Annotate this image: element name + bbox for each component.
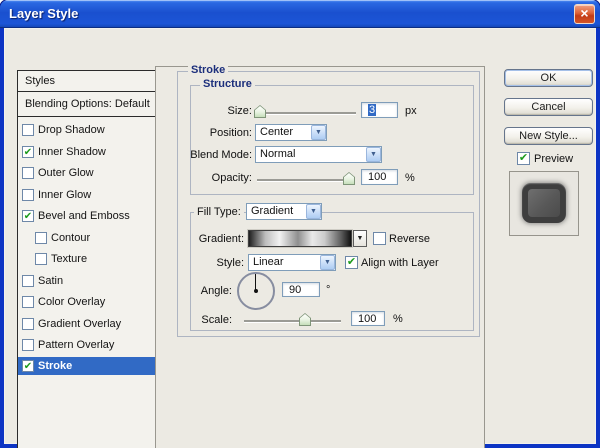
sidebar-item-inner-shadow[interactable]: ✔ Inner Shadow <box>18 142 155 161</box>
stroke-group-title: Stroke <box>188 64 229 76</box>
gradient-swatch[interactable] <box>248 230 352 247</box>
size-label: Size: <box>227 105 252 117</box>
title-bar[interactable]: Layer Style × <box>0 0 600 28</box>
chevron-down-icon: ▼ <box>311 125 326 140</box>
opacity-slider-track[interactable] <box>257 179 352 181</box>
structure-group-title: Structure <box>200 78 255 90</box>
close-icon: × <box>580 5 589 21</box>
style-label: Style: <box>216 257 244 269</box>
close-button[interactable]: × <box>574 4 595 24</box>
opacity-label: Opacity: <box>211 172 252 184</box>
sidebar-item-drop-shadow[interactable]: Drop Shadow <box>18 120 155 139</box>
sidebar-item-inner-glow[interactable]: Inner Glow <box>18 185 155 204</box>
checkbox-texture[interactable] <box>35 252 47 265</box>
angle-unit: ° <box>326 284 331 296</box>
gradient-label: Gradient: <box>198 233 244 245</box>
checkbox-contour[interactable] <box>35 231 47 244</box>
blend-mode-label: Blend Mode: <box>190 149 252 161</box>
checkbox-gradient-overlay[interactable] <box>22 317 34 330</box>
reverse-label: Reverse <box>389 233 430 245</box>
checkbox-satin[interactable] <box>22 274 34 287</box>
sidebar-item-satin[interactable]: Satin <box>18 271 155 290</box>
dialog-body: Styles Blending Options: Default Drop Sh… <box>4 28 596 448</box>
preview-checkbox[interactable]: ✔ <box>517 152 530 165</box>
chevron-down-icon: ▼ <box>306 204 321 219</box>
sidebar-item-stroke[interactable]: ✔ Stroke <box>18 357 155 375</box>
preview-label: Preview <box>534 153 574 165</box>
size-slider-track[interactable] <box>256 112 356 114</box>
chevron-down-icon: ▼ <box>320 255 335 270</box>
sidebar-item-outer-glow[interactable]: Outer Glow <box>18 163 155 182</box>
blend-mode-dropdown[interactable]: Normal ▼ <box>255 146 382 163</box>
checkbox-color-overlay[interactable] <box>22 295 34 308</box>
align-with-layer-checkbox[interactable]: ✔ <box>345 256 358 269</box>
angle-input[interactable]: 90 <box>282 282 320 297</box>
sidebar-item-contour[interactable]: Contour <box>18 228 155 247</box>
reverse-checkbox[interactable] <box>373 232 386 245</box>
gradient-picker-button[interactable]: ▼ <box>353 230 367 247</box>
new-style-button[interactable]: New Style... <box>504 127 593 145</box>
angle-dial[interactable] <box>237 272 275 310</box>
sidebar-item-blending-options[interactable]: Blending Options: Default <box>18 92 155 117</box>
chevron-down-icon: ▼ <box>366 147 381 162</box>
sidebar-item-styles[interactable]: Styles <box>18 71 155 92</box>
opacity-input[interactable]: 100 <box>361 169 398 185</box>
chevron-down-icon: ▼ <box>356 235 364 242</box>
checkbox-drop-shadow[interactable] <box>22 123 34 136</box>
checkbox-inner-glow[interactable] <box>22 188 34 201</box>
style-preview-panel <box>509 171 579 236</box>
position-label: Position: <box>209 127 252 139</box>
scale-label: Scale: <box>201 314 232 326</box>
size-input[interactable]: 3 <box>361 102 398 118</box>
scale-slider-track[interactable] <box>244 320 341 322</box>
window-title: Layer Style <box>9 6 79 21</box>
sidebar-item-texture[interactable]: Texture <box>18 249 155 268</box>
fill-type-label: Fill Type: <box>194 206 244 218</box>
checkbox-inner-shadow[interactable]: ✔ <box>22 145 34 158</box>
position-dropdown[interactable]: Center ▼ <box>255 124 327 141</box>
fill-type-dropdown[interactable]: Gradient ▼ <box>246 203 322 220</box>
angle-label: Angle: <box>200 285 232 297</box>
sidebar-item-gradient-overlay[interactable]: Gradient Overlay <box>18 314 155 333</box>
checkbox-pattern-overlay[interactable] <box>22 338 34 351</box>
checkbox-bevel-and-emboss[interactable]: ✔ <box>22 209 34 222</box>
sidebar-item-pattern-overlay[interactable]: Pattern Overlay <box>18 335 155 354</box>
styles-list: Styles Blending Options: Default Drop Sh… <box>17 70 156 448</box>
sidebar-item-bevel-and-emboss[interactable]: ✔ Bevel and Emboss <box>18 206 155 225</box>
size-unit: px <box>405 105 417 117</box>
scale-unit: % <box>393 313 403 325</box>
ok-button[interactable]: OK <box>504 69 593 87</box>
style-dropdown[interactable]: Linear ▼ <box>248 254 336 271</box>
checkbox-outer-glow[interactable] <box>22 166 34 179</box>
cancel-button[interactable]: Cancel <box>504 98 593 116</box>
checkbox-stroke[interactable]: ✔ <box>22 360 34 372</box>
style-preview-thumbnail <box>522 183 566 223</box>
scale-input[interactable]: 100 <box>351 311 385 326</box>
opacity-unit: % <box>405 172 415 184</box>
align-with-layer-label: Align with Layer <box>361 257 439 269</box>
layer-style-dialog: Layer Style × Styles Blending Options: D… <box>0 0 600 448</box>
angle-center-dot <box>254 289 258 293</box>
sidebar-item-color-overlay[interactable]: Color Overlay <box>18 292 155 311</box>
